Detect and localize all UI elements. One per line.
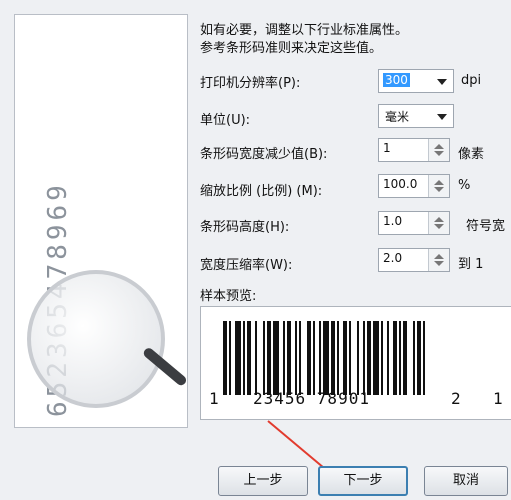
barcode-bar	[255, 321, 257, 395]
barcode-bar	[267, 321, 271, 395]
unit-value: 毫米	[385, 110, 410, 124]
next-button[interactable]: 下一步	[318, 466, 408, 496]
barcode-bar	[363, 321, 365, 395]
barcode-bar	[287, 321, 291, 395]
scale-value: 100.0	[383, 177, 418, 191]
barcode-bar	[299, 321, 301, 395]
barcode-bar	[357, 321, 359, 395]
barcode-bar	[263, 321, 265, 395]
bar-reduction-value: 1	[383, 141, 391, 155]
intro-text: 如有必要，调整以下行业标准属性。 参考条形码准则来决定这些值。	[200, 22, 500, 58]
barcode-bar	[229, 321, 231, 395]
barcode-bars	[223, 321, 511, 395]
barcode-main-digits: 23456 78901	[253, 389, 370, 408]
barcode-bar	[223, 321, 227, 395]
intro-line-2: 参考条形码准则来决定这些值。	[200, 41, 383, 56]
barcode-bar	[295, 321, 297, 395]
height-label: 条形码高度(H):	[200, 220, 290, 235]
height-spinner[interactable]: 1.0	[378, 211, 450, 235]
bar-reduction-spinner[interactable]: 1	[378, 138, 450, 162]
unit-label: 单位(U):	[200, 113, 251, 128]
unit-select[interactable]: 毫米	[378, 104, 454, 128]
bar-reduction-label: 条形码宽度减少值(B):	[200, 147, 328, 162]
width-ratio-unit: 到 1	[458, 257, 484, 272]
sample-preview: 1 23456 78901 2 1	[200, 306, 511, 420]
resolution-select[interactable]: 300	[378, 69, 454, 93]
height-unit: 符号宽	[466, 219, 506, 234]
barcode-bar	[387, 321, 389, 395]
barcode-bar	[343, 321, 347, 395]
barcode-bar	[283, 321, 285, 395]
spinner-arrows-icon[interactable]	[428, 139, 449, 161]
barcode-bar	[337, 321, 339, 395]
resolution-unit: dpi	[461, 73, 482, 88]
width-ratio-spinner[interactable]: 2.0	[378, 248, 450, 272]
barcode-bar	[403, 321, 407, 395]
chevron-down-icon	[437, 114, 447, 120]
barcode-bar	[273, 321, 279, 395]
barcode-left-digit: 1	[209, 389, 219, 408]
barcode-bar	[399, 321, 401, 395]
barcode-bar	[247, 321, 251, 395]
barcode-bar	[381, 321, 383, 395]
barcode-bar	[331, 321, 335, 395]
chevron-down-icon	[437, 79, 447, 85]
barcode-bar	[319, 321, 321, 395]
barcode-bar	[323, 321, 329, 395]
barcode-bar	[367, 321, 371, 395]
barcode-bar	[349, 321, 351, 395]
resolution-label: 打印机分辨率(P):	[200, 76, 301, 91]
barcode-bar	[417, 321, 421, 395]
cancel-button[interactable]: 取消	[424, 466, 508, 496]
width-ratio-value: 2.0	[383, 251, 403, 265]
barcode-bar	[373, 321, 379, 395]
magnifier-icon	[27, 270, 165, 408]
decorative-barcode-illustration: 652365478969	[14, 14, 188, 428]
bar-reduction-unit: 像素	[458, 147, 485, 162]
barcode-right-digit-2: 1	[493, 389, 503, 408]
spinner-arrows-icon[interactable]	[428, 212, 449, 234]
scale-spinner[interactable]: 100.0	[378, 174, 450, 198]
barcode-bar	[313, 321, 315, 395]
barcode-bar	[413, 321, 415, 395]
width-ratio-label: 宽度压缩率(W):	[200, 258, 293, 273]
preview-label: 样本预览:	[200, 289, 257, 304]
spinner-arrows-icon[interactable]	[428, 249, 449, 271]
barcode-bar	[307, 321, 311, 395]
scale-label: 缩放比例 (比例) (M):	[200, 184, 323, 199]
barcode-bar	[423, 321, 425, 395]
scale-unit: %	[458, 178, 471, 193]
back-button[interactable]: 上一步	[218, 466, 308, 496]
barcode-bar	[393, 321, 397, 395]
spinner-arrows-icon[interactable]	[428, 175, 449, 197]
resolution-value: 300	[383, 73, 410, 87]
barcode-right-digit-1: 2	[451, 389, 461, 408]
intro-line-1: 如有必要，调整以下行业标准属性。	[200, 23, 409, 38]
barcode-bar	[243, 321, 245, 395]
height-value: 1.0	[383, 214, 403, 228]
barcode-bar	[235, 321, 241, 395]
